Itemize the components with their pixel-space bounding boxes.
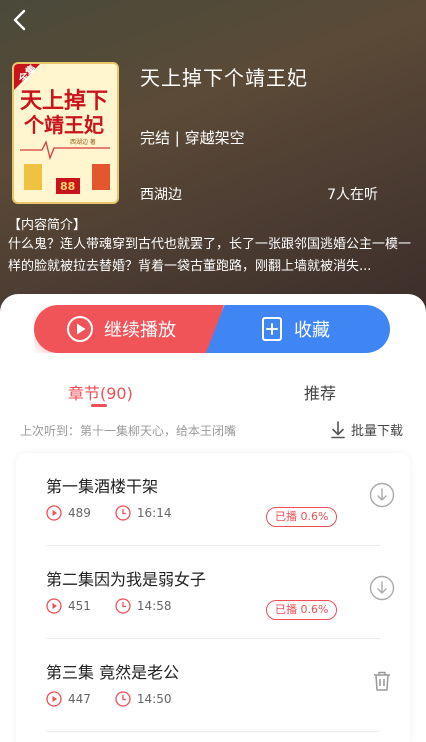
book-title: 天上掉下个靖王妃	[140, 66, 308, 90]
play-count-icon	[46, 691, 62, 707]
episode-title: 第二集因为我是弱女子	[46, 570, 207, 589]
download-button[interactable]	[368, 481, 396, 509]
episode-meta: 451 14:58	[46, 598, 172, 614]
last-listened-text[interactable]: 上次听到：第十一集柳天心，给本王闭嘴	[20, 422, 236, 439]
action-bar: 继续播放 收藏	[34, 305, 390, 353]
progress-badge: 已播 0.6%	[266, 600, 338, 620]
cover-art: 全集 天上掉下 个靖王妃 西湖边 著 88	[14, 64, 117, 202]
intro-label: 【内容简介】	[8, 218, 87, 233]
svg-text:西湖边 著: 西湖边 著	[70, 138, 96, 146]
tab-chapters[interactable]: 章节(90)	[68, 380, 133, 404]
episode-item[interactable]: 第二集因为我是弱女子 451 14:58 已播 0.6%	[46, 546, 395, 639]
episode-item[interactable]: 第三集 竟然是老公 447 14:50	[46, 639, 390, 732]
delete-button[interactable]	[368, 667, 396, 695]
clock-icon	[115, 691, 131, 707]
play-count: 489	[68, 506, 91, 520]
batch-download-button[interactable]: 批量下载	[330, 420, 403, 439]
download-icon	[369, 482, 395, 508]
book-cover[interactable]: 全集 天上掉下 个靖王妃 西湖边 著 88	[12, 62, 119, 204]
play-count-icon	[46, 505, 62, 521]
clock-icon	[115, 598, 131, 614]
favorite-label: 收藏	[294, 320, 330, 341]
episode-title: 第三集 竟然是老公	[46, 663, 180, 682]
svg-text:个靖王妃: 个靖王妃	[23, 113, 104, 137]
clock-icon	[115, 505, 131, 521]
svg-text:天上掉下: 天上掉下	[20, 89, 108, 114]
episode-meta: 447 14:50	[46, 691, 172, 707]
download-button[interactable]	[368, 574, 396, 602]
intro-text[interactable]: 什么鬼？连人带魂穿到古代也就罢了，长了一张跟邻国逃婚公主一模一样的脸就被拉去替婚…	[8, 234, 420, 278]
episode-duration: 16:14	[136, 506, 172, 520]
trash-icon	[374, 671, 390, 691]
episode-list: 第一集酒楼干架 489 16:14 已播 0.6% 第二集因为我是弱女子 451…	[16, 453, 410, 742]
book-header: 全集 天上掉下 个靖王妃 西湖边 著 88 天上掉下个靖王妃 完结 | 穿越架空…	[0, 0, 426, 330]
play-count-icon	[46, 598, 62, 614]
episode-title: 第一集酒楼干架	[46, 477, 159, 496]
progress-badge: 已播 0.6%	[266, 507, 338, 527]
book-status-genre: 完结 | 穿越架空	[140, 129, 245, 147]
add-favorite-icon	[262, 317, 282, 341]
episode-duration: 14:50	[136, 692, 172, 706]
continue-play-button[interactable]: 继续播放	[34, 305, 224, 353]
episode-meta: 489 16:14	[46, 505, 172, 521]
tab-active-indicator	[91, 404, 107, 407]
chevron-left-icon	[13, 9, 26, 31]
book-author[interactable]: 西湖边	[140, 184, 182, 204]
favorite-button[interactable]: 收藏	[206, 305, 390, 353]
svg-text:88: 88	[60, 180, 75, 193]
episode-duration: 14:58	[136, 599, 172, 613]
continue-play-label: 继续播放	[104, 320, 176, 341]
episode-item[interactable]: 第一集酒楼干架 489 16:14 已播 0.6%	[46, 453, 395, 546]
play-circle-icon	[67, 316, 93, 342]
tab-recommend[interactable]: 推荐	[304, 380, 336, 404]
download-arrow-icon	[331, 420, 345, 438]
play-count: 447	[68, 692, 91, 706]
back-button[interactable]	[6, 6, 34, 34]
batch-download-label: 批量下载	[351, 424, 404, 439]
listener-count: 7人在听	[327, 187, 378, 203]
play-count: 451	[68, 599, 91, 613]
download-icon	[369, 575, 395, 601]
